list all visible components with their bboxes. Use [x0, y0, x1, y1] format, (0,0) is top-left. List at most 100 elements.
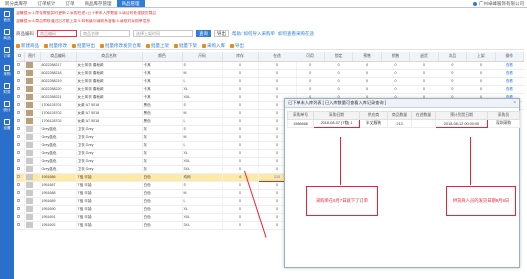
help-link-2[interactable]: 如何查看采购在途 [278, 31, 314, 37]
row-checkbox[interactable] [16, 61, 25, 70]
toolbar-onshelf[interactable]: 批量上架 [146, 43, 169, 49]
close-icon[interactable]: × [513, 100, 516, 106]
header-size[interactable]: 尺码 [182, 52, 223, 62]
toolbar-offshelf[interactable]: 批量下架 [174, 43, 197, 49]
header-returns[interactable]: 退货 [409, 52, 439, 62]
checkbox-icon[interactable] [17, 223, 20, 226]
checkbox-icon[interactable] [17, 71, 20, 74]
checkbox-icon[interactable] [17, 111, 20, 114]
table-row[interactable]: 1951687 T恤 半袖 白色 S 0 0 [16, 181, 297, 190]
row-checkbox[interactable] [16, 213, 25, 222]
nav-tab-3[interactable]: 订单 [61, 0, 80, 7]
header-sales[interactable]: 销售 [381, 52, 411, 62]
checkbox-icon[interactable] [17, 199, 20, 202]
table-row[interactable]: 1706128701 女款 A7 5018 黑色 S 0 0 [16, 101, 297, 110]
checkbox-icon[interactable] [17, 175, 20, 178]
row-checkbox[interactable] [16, 125, 25, 134]
view-link[interactable]: 查看 [495, 77, 524, 86]
header-name[interactable]: 商品名称 [76, 52, 143, 62]
table-row[interactable]: 1951690 T恤 半袖 白色 XL 0 0 [16, 205, 297, 214]
toolbar-batch-export[interactable]: 批量导出 [72, 43, 95, 49]
sidebar-item-goods[interactable]: 商品 [0, 26, 14, 44]
search-button[interactable]: 查询 [196, 30, 211, 37]
popup-row[interactable]: 1986666 2018-08-07 [T恤] 1 半丈服装 213 2018-… [287, 119, 520, 128]
header-checkbox[interactable] [16, 52, 25, 62]
help-link-1[interactable]: 帮助: 如何导入采购单 [232, 31, 275, 37]
code-input[interactable]: 商品编码 [37, 30, 77, 37]
cell-transit[interactable]: 0 [258, 77, 297, 86]
row-checkbox[interactable] [16, 133, 25, 142]
row-checkbox[interactable] [16, 181, 25, 190]
header-code[interactable]: 商品编码 [40, 52, 77, 62]
checkbox-icon[interactable] [17, 87, 20, 90]
cell-transit[interactable]: 0 [258, 85, 297, 94]
date-input[interactable]: 选择上架时间 [133, 30, 193, 37]
table-row[interactable]: 8022288218 女士风衣 春秋款 卡其 M 0 0 [16, 69, 297, 78]
row-checkbox[interactable] [16, 93, 25, 102]
row-checkbox[interactable] [16, 101, 25, 110]
checkbox-icon[interactable] [17, 167, 20, 170]
row-checkbox[interactable] [16, 77, 25, 86]
checkbox-icon[interactable] [17, 127, 20, 130]
row-checkbox[interactable] [16, 205, 25, 214]
header-defect[interactable]: 次品 [438, 52, 468, 62]
checkbox-icon[interactable] [17, 63, 20, 66]
table-row[interactable]: 1951686 T恤 半袖 白色 均码 4 213 [16, 172, 297, 182]
table-row[interactable]: Grey蓝色 卫衣 Grey 灰 XXL 0 0 [16, 157, 297, 166]
table-row[interactable]: 8022288220 女士风衣 春秋款 卡其 XL 0 0 [16, 85, 297, 94]
sidebar-item-finance[interactable]: 财务 [0, 80, 14, 98]
table-row[interactable]: 1706128703 女款 A7 5018 黑色 L 0 0 [16, 117, 297, 126]
sidebar-item-stats[interactable]: 统计 [0, 98, 14, 116]
table-row[interactable]: Grey蓝色 卫衣 Grey 灰 XL 0 0 [16, 149, 297, 158]
table-row[interactable]: 1951691 T恤 半袖 白色 XXL 0 0 [16, 213, 297, 222]
row-checkbox[interactable] [16, 149, 25, 158]
checkbox-icon[interactable] [17, 103, 20, 106]
row-checkbox[interactable] [16, 221, 25, 230]
toolbar-new[interactable]: 新建商品 [16, 43, 39, 49]
row-checkbox[interactable] [16, 109, 25, 118]
checkbox-icon[interactable] [17, 151, 20, 154]
row-checkbox[interactable] [16, 141, 25, 150]
row-checkbox[interactable] [16, 69, 25, 78]
table-row[interactable]: 1951688 T恤 半袖 白色 M 0 0 [16, 189, 297, 198]
row-checkbox[interactable] [16, 173, 25, 182]
cell-transit[interactable]: 0 [258, 69, 297, 78]
table-row[interactable]: 8022288221 女士风衣 春秋款 卡其 XXL 0 0 [16, 93, 297, 102]
checkbox-icon[interactable] [17, 183, 20, 186]
row-checkbox[interactable] [16, 85, 25, 94]
nav-tab-2[interactable]: 订单统计 [33, 0, 61, 7]
sidebar-item-home[interactable]: 首页 [0, 8, 14, 26]
table-row[interactable]: Grey蓝色 卫衣 Grey 灰 3XL 0 0 [16, 165, 297, 174]
export-button[interactable]: 导出 [214, 30, 229, 37]
header-available[interactable]: 可用 [296, 52, 325, 62]
checkbox-icon[interactable] [17, 207, 20, 210]
view-link[interactable]: 查看 [495, 69, 524, 78]
checkbox-icon[interactable] [17, 95, 20, 98]
sidebar-item-purchase[interactable]: 采购 [0, 62, 14, 80]
view-link[interactable]: 查看 [495, 85, 524, 94]
table-row[interactable]: 1706128702 女款 A7 5018 黑色 M 0 0 [16, 109, 297, 118]
table-row[interactable]: 1951692 T恤 半袖 白色 3XL 0 0 [16, 221, 297, 230]
row-checkbox[interactable] [16, 157, 25, 166]
row-checkbox[interactable] [16, 165, 25, 174]
header-presale[interactable]: 预售 [352, 52, 382, 62]
nav-tab-4[interactable]: 商品库存管理 [80, 0, 117, 7]
toolbar-warehouse[interactable]: 批量修改发货仓库 [100, 43, 141, 49]
checkbox-icon[interactable] [17, 159, 20, 162]
header-shelf[interactable]: 上架 [466, 52, 496, 62]
nav-tab-active[interactable]: 商品管理 [116, 0, 145, 7]
header-transit[interactable]: 在途 [258, 52, 297, 62]
toolbar-export[interactable]: 导出 [230, 43, 244, 49]
header-color[interactable]: 颜色 [142, 52, 183, 62]
checkbox-icon[interactable] [17, 119, 20, 122]
checkbox-icon[interactable] [17, 79, 20, 82]
toolbar-batch-edit[interactable]: 批量修改 [44, 43, 67, 49]
keyword-input[interactable]: 商品名称 [80, 30, 130, 37]
cell-transit[interactable]: 0 [258, 61, 297, 70]
row-checkbox[interactable] [16, 189, 25, 198]
nav-tab-1[interactable]: 跨分类库存 [0, 0, 33, 7]
header-stock[interactable]: 库存 [222, 52, 259, 62]
checkbox-icon[interactable] [17, 135, 20, 138]
checkbox-icon[interactable] [17, 191, 20, 194]
row-checkbox[interactable] [16, 197, 25, 206]
